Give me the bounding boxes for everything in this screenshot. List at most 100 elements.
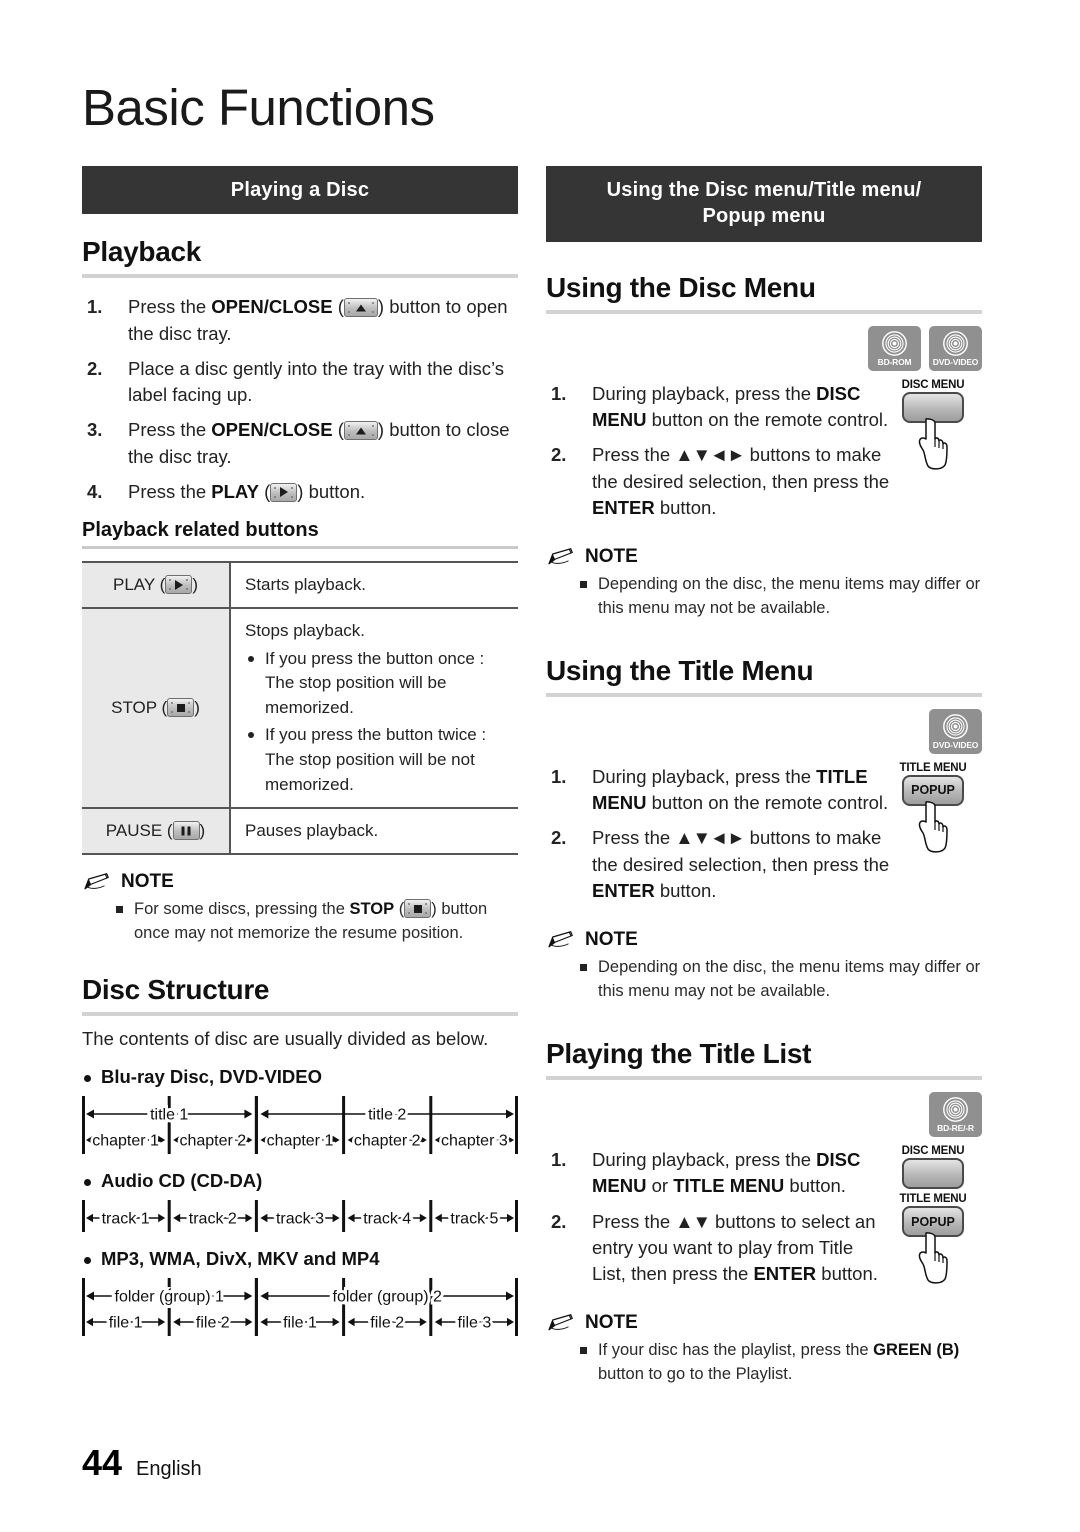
section-heading: Playing the Title List xyxy=(546,1038,812,1070)
table-row: PAUSE () Pauses playback. xyxy=(82,808,518,856)
button-name-text: STOP xyxy=(111,698,157,718)
note-block: NOTE If your disc has the playlist, press… xyxy=(546,1312,982,1387)
banner-line-1: Using the Disc menu/Title menu/ xyxy=(606,179,922,201)
svg-text:chapter 2: chapter 2 xyxy=(354,1133,421,1150)
instruction-steps: 1. During playback, press the TITLE MENU … xyxy=(546,764,891,913)
disc-structure-group-title: Audio CD (CD-DA) xyxy=(82,1170,518,1192)
description-main: Pauses playback. xyxy=(245,821,379,841)
step-number: 1. xyxy=(551,1149,567,1171)
svg-text:track 4: track 4 xyxy=(363,1211,411,1228)
right-sections: Using the Disc Menu BD-ROM DVD-VIDEO 1. Duri… xyxy=(546,272,982,1388)
disc-structure-diagram: file 1 file 2 file 1 file 2 file 3 folder (gr… xyxy=(82,1278,518,1337)
instruction-step: 1. During playback, press the TITLE MENU … xyxy=(546,764,891,817)
table-row: PLAY () Starts playback. xyxy=(82,561,518,610)
heading-playback: Playback xyxy=(82,236,202,268)
description-bullets: If you press the button once : The stop … xyxy=(245,647,506,798)
step-text: Press the ▲▼ buttons to select an entry … xyxy=(592,1210,878,1285)
step-text: Press the ▲▼◄► buttons to make the desir… xyxy=(592,827,890,902)
pencil-icon xyxy=(548,548,573,565)
media-icon-label: DVD-VIDEO xyxy=(932,740,979,751)
pointing-hand-icon xyxy=(918,417,948,470)
svg-text:track 5: track 5 xyxy=(450,1211,498,1228)
remote-key-callouts: TITLE MENU POPUP xyxy=(897,762,969,913)
step-number: 2. xyxy=(551,1210,567,1232)
step-text: Press the OPEN/CLOSE () button to open t… xyxy=(128,296,508,344)
disc-structure-group-title: MP3, WMA, DivX, MKV and MP4 xyxy=(82,1248,518,1270)
note-item-list: Depending on the disc, the menu items ma… xyxy=(546,956,982,1004)
note-item: Depending on the disc, the menu items ma… xyxy=(546,573,982,621)
dvd-video-icon: DVD-VIDEO xyxy=(929,708,982,754)
playback-step: 2. Place a disc gently into the tray with… xyxy=(82,356,518,409)
description-main: Stops playback. xyxy=(245,621,366,641)
disc-structure-diagram: track 1 track 2 track 3 track 4 track 5 xyxy=(82,1200,518,1233)
step-text: Press the ▲▼◄► buttons to make the desir… xyxy=(592,444,890,518)
note-header: NOTE xyxy=(546,1312,982,1334)
disc-structure-diagrams: Blu-ray Disc, DVD-VIDEO chapter 1 chapter … xyxy=(82,1066,518,1338)
pencil-icon xyxy=(548,1314,573,1331)
svg-text:track 1: track 1 xyxy=(102,1211,150,1228)
table-row: STOP () Stops playback. If you press the b… xyxy=(82,608,518,810)
button-name-text: PLAY xyxy=(113,575,155,595)
instruction-steps: 1. During playback, press the DISC MENU o… xyxy=(546,1147,891,1296)
step-number: 2. xyxy=(87,357,103,379)
remote-key-label: DISC MENU xyxy=(901,1145,965,1158)
step-number: 2. xyxy=(551,827,567,849)
heading-disc-structure: Disc Structure xyxy=(82,974,270,1006)
page-footer: 44 English xyxy=(82,1442,202,1484)
playback-step: 4. Press the PLAY () button. xyxy=(82,479,518,505)
note-title: NOTE xyxy=(585,546,638,568)
svg-text:chapter 3: chapter 3 xyxy=(441,1133,508,1150)
remote-key-label: TITLE MENU xyxy=(899,761,967,774)
left-column: Playing a Disc Playback 1. Press the OPEN… xyxy=(82,166,518,1338)
svg-text:file 1: file 1 xyxy=(109,1315,143,1332)
remote-key-callout: DISC MENU xyxy=(897,379,969,471)
step-number: 1. xyxy=(551,765,567,787)
remote-key-label: DISC MENU xyxy=(901,378,965,391)
note-title: NOTE xyxy=(121,871,174,893)
svg-text:file 2: file 2 xyxy=(370,1315,404,1332)
remote-key-callouts: DISC MENU TITLE MENU POPUP xyxy=(897,1145,969,1296)
disc-glyph-icon xyxy=(943,1097,968,1123)
note-item-list: Depending on the disc, the menu items ma… xyxy=(546,573,982,621)
step-number: 3. xyxy=(87,419,103,441)
step-text: Place a disc gently into the tray with t… xyxy=(128,357,505,406)
remote-key-button[interactable] xyxy=(902,1158,964,1190)
note-block: NOTE Depending on the disc, the menu item… xyxy=(546,546,982,621)
table-cell-description: Pauses playback. xyxy=(230,808,518,856)
note-item: For some discs, pressing the STOP () but… xyxy=(82,898,518,946)
note-header: NOTE xyxy=(546,929,982,951)
pencil-icon xyxy=(84,873,109,890)
svg-text:file 2: file 2 xyxy=(196,1315,230,1332)
description-main: Starts playback. xyxy=(245,575,366,595)
instruction-step: 2. Press the ▲▼◄► buttons to make the des… xyxy=(546,442,891,521)
right-section: Using the Disc Menu BD-ROM DVD-VIDEO 1. Duri… xyxy=(546,272,982,621)
bd-rom-icon: BD-ROM xyxy=(868,325,921,371)
heading-playback-related-buttons: Playback related buttons xyxy=(82,519,319,542)
svg-text:folder (group) 1: folder (group) 1 xyxy=(115,1289,224,1306)
instruction-step: 1. During playback, press the DISC MENU o… xyxy=(546,1147,891,1200)
svg-text:track 2: track 2 xyxy=(189,1211,237,1228)
disc-structure-group-title: Blu-ray Disc, DVD-VIDEO xyxy=(82,1066,518,1088)
table-cell-description: Stops playback. If you press the button o… xyxy=(230,608,518,810)
remote-key-callout: TITLE MENU POPUP xyxy=(897,1193,969,1285)
remote-key-callout: TITLE MENU POPUP xyxy=(897,762,969,854)
heading-rule xyxy=(82,1012,518,1017)
remote-key-callouts: DISC MENU xyxy=(897,379,969,530)
note-title: NOTE xyxy=(585,1312,638,1334)
pointing-hand-icon xyxy=(918,1232,948,1284)
note-block-stop: NOTE For some discs, pressing the STOP (… xyxy=(82,871,518,946)
step-text: During playback, press the DISC MENU but… xyxy=(592,382,889,431)
heading-rule xyxy=(546,1076,982,1081)
media-icon-label: BD-RE/-R xyxy=(937,1123,974,1134)
button-name-text: PAUSE xyxy=(105,821,163,841)
table-cell-button-name: STOP () xyxy=(82,608,231,810)
pencil-icon xyxy=(548,931,573,948)
disc-structure-intro: The contents of disc are usually divided… xyxy=(82,1028,489,1050)
note-header: NOTE xyxy=(82,871,518,893)
page-title: Basic Functions xyxy=(82,79,435,136)
step-number: 1. xyxy=(87,296,103,318)
media-type-icons: BD-ROM DVD-VIDEO xyxy=(546,325,982,371)
svg-text:file 3: file 3 xyxy=(458,1315,492,1332)
heading-rule xyxy=(546,692,982,697)
step-text: During playback, press the DISC MENU or … xyxy=(592,1149,861,1197)
